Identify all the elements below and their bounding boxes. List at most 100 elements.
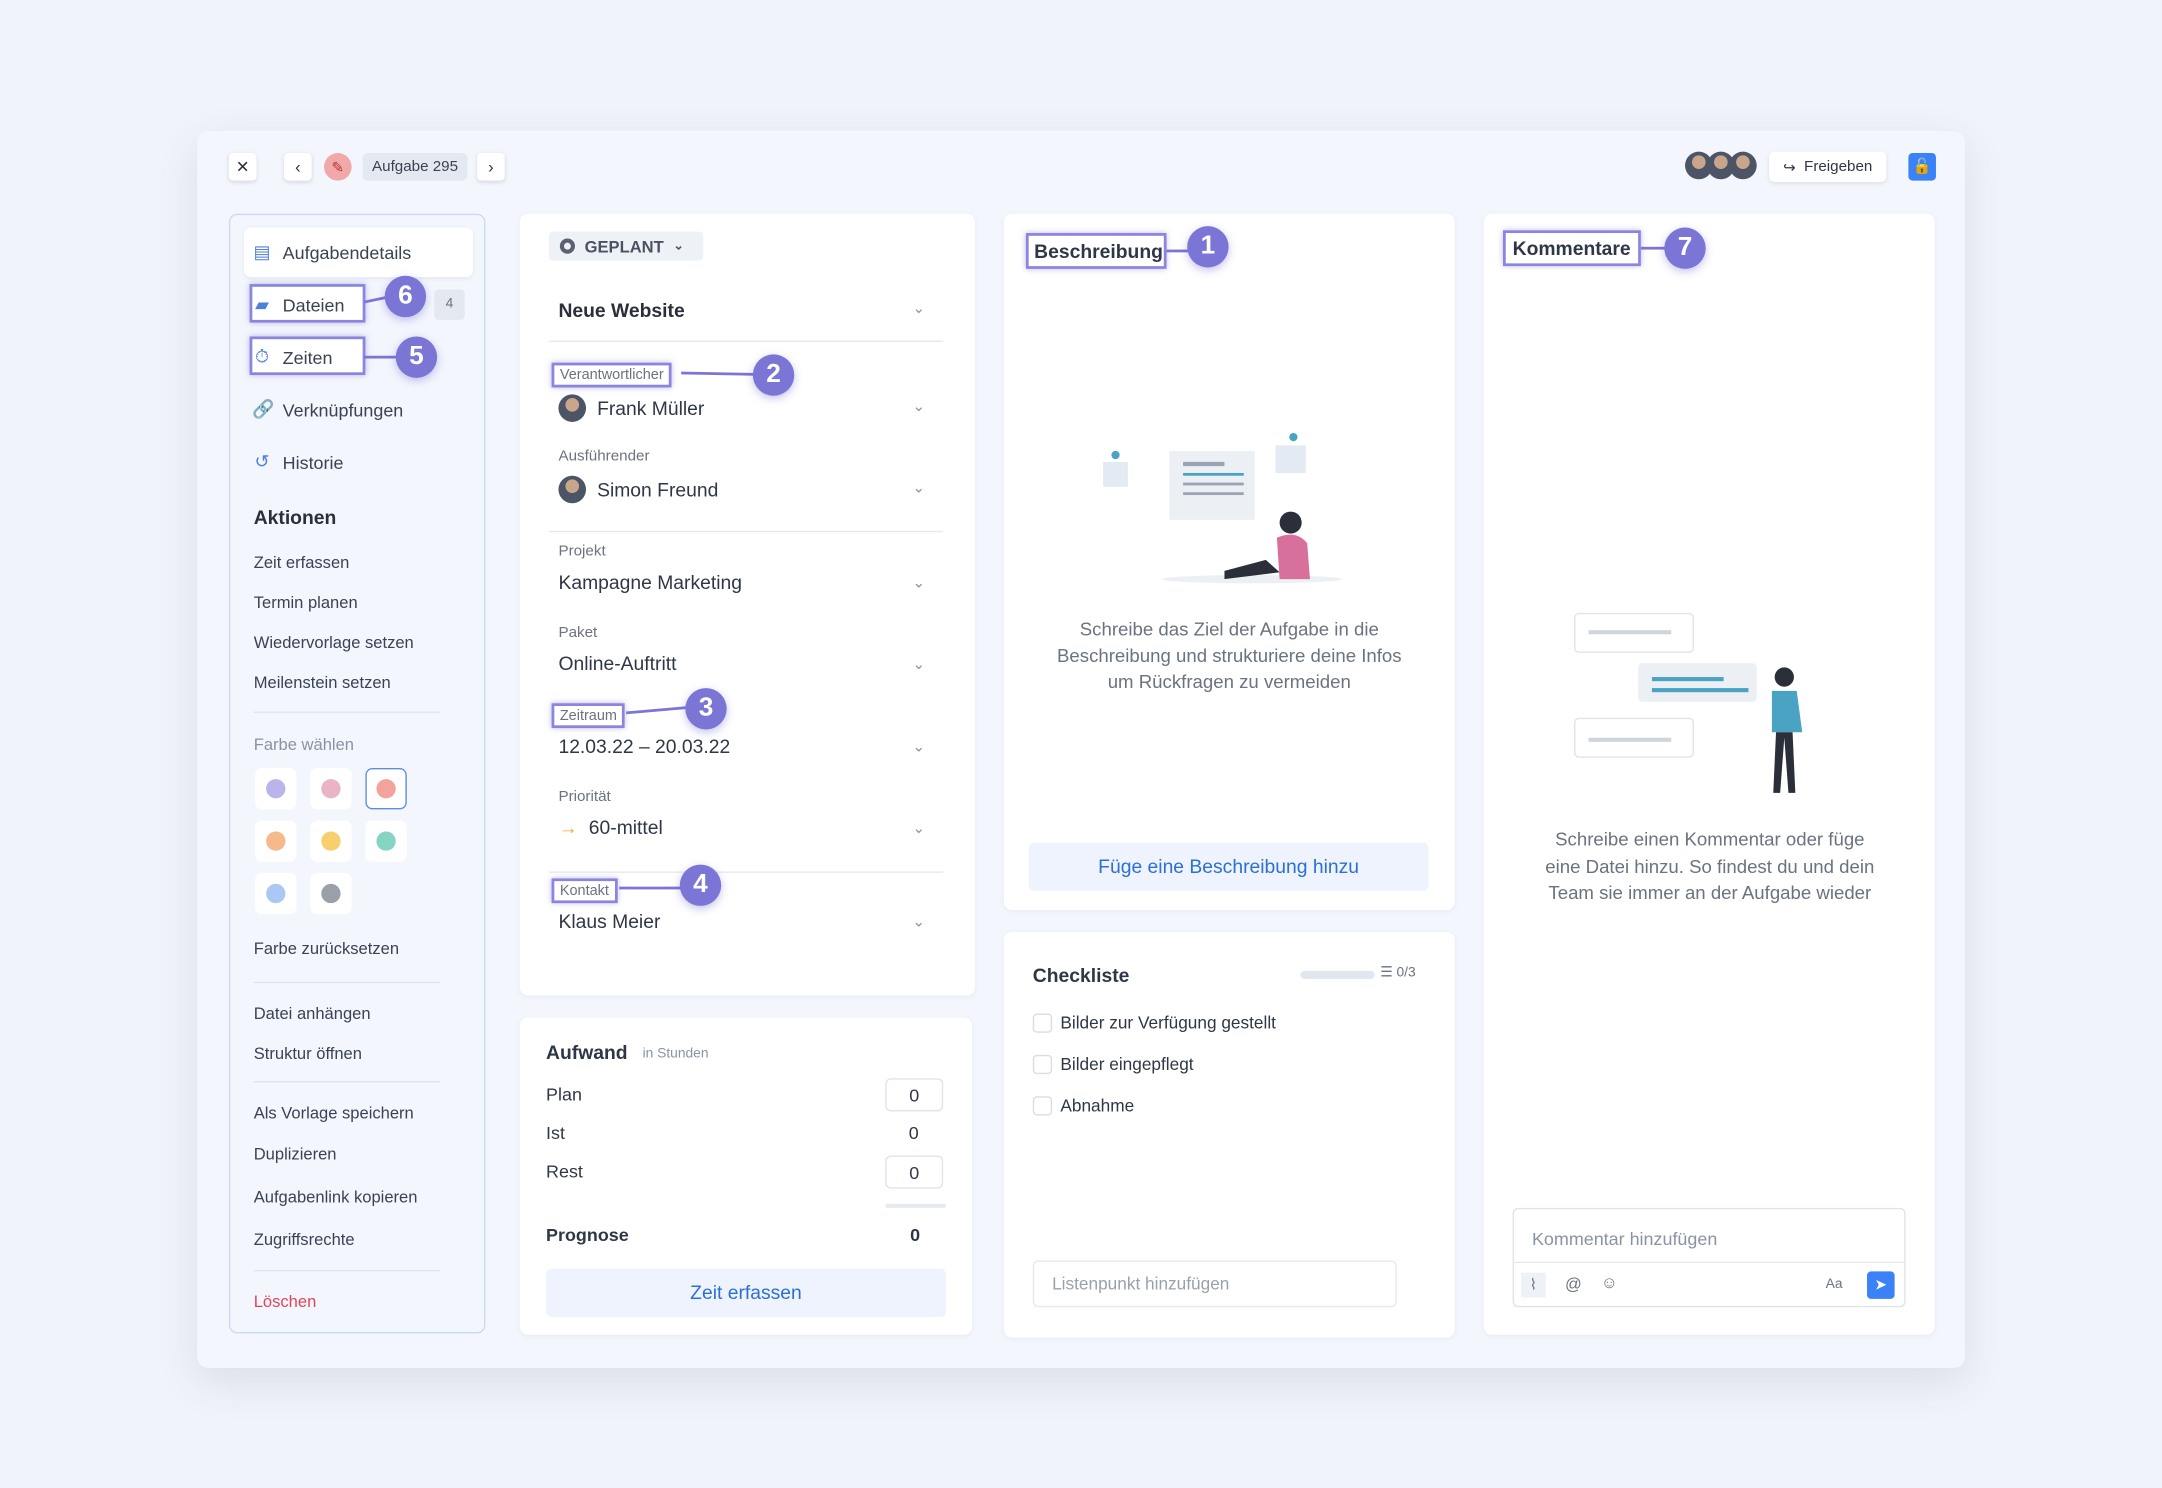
details-panel: GEPLANT ⌄ Neue Website ⌄ Verantwortlicher… bbox=[519, 213, 975, 996]
field-label: Verantwortlicher bbox=[551, 362, 672, 388]
divider bbox=[548, 530, 944, 533]
checkbox[interactable] bbox=[1032, 1013, 1053, 1033]
log-time-button[interactable]: Zeit erfassen bbox=[546, 1268, 946, 1317]
add-description-button[interactable]: Füge eine Beschreibung hinzu bbox=[1028, 842, 1429, 891]
files-count-badge: 4 bbox=[434, 289, 465, 320]
status-icon bbox=[559, 238, 576, 254]
pencil-icon[interactable]: ✎ bbox=[324, 153, 352, 181]
member-avatars[interactable] bbox=[1685, 151, 1757, 180]
action-item[interactable]: Als Vorlage speichern bbox=[254, 1103, 414, 1122]
chevron-down-icon[interactable]: ⌄ bbox=[913, 478, 926, 497]
comments-panel: Kommentare Schreibe einen Kommentar oder… bbox=[1483, 213, 1935, 1335]
reset-color-button[interactable]: Farbe zurücksetzen bbox=[254, 939, 399, 958]
action-item[interactable]: Duplizieren bbox=[254, 1144, 337, 1163]
mention-icon[interactable]: @ bbox=[1565, 1274, 1582, 1293]
description-illustration bbox=[1103, 432, 1342, 584]
share-button[interactable]: ↪ Freigeben bbox=[1769, 151, 1887, 183]
prev-task-button[interactable]: ‹ bbox=[284, 153, 312, 181]
emoji-icon[interactable]: ☺ bbox=[1601, 1273, 1618, 1292]
close-button[interactable]: ✕ bbox=[228, 153, 257, 181]
checklist-item[interactable]: Bilder eingepflegt bbox=[1032, 1054, 1194, 1075]
action-item[interactable]: Meilenstein setzen bbox=[254, 673, 391, 692]
next-task-button[interactable]: › bbox=[477, 153, 505, 181]
chevron-down-icon[interactable]: ⌄ bbox=[913, 574, 926, 592]
annotation-badge-4: 4 bbox=[679, 864, 722, 906]
description-panel: Beschreibung Schreibe das Ziel der Aufga… bbox=[1003, 213, 1455, 911]
color-swatch[interactable] bbox=[310, 820, 352, 862]
history-icon: ↺ bbox=[254, 450, 270, 472]
chevron-down-icon[interactable]: ⌄ bbox=[913, 738, 926, 756]
effort-title: Aufwand bbox=[546, 1041, 628, 1064]
unlock-button[interactable]: 🔓 bbox=[1908, 153, 1936, 181]
annotation-badge-3: 3 bbox=[685, 688, 727, 730]
action-item[interactable]: Struktur öffnen bbox=[254, 1044, 362, 1063]
description-title: Beschreibung bbox=[1025, 233, 1167, 269]
divider bbox=[253, 711, 440, 713]
effort-unit: in Stunden bbox=[642, 1046, 709, 1062]
status-dropdown[interactable]: GEPLANT ⌄ bbox=[548, 231, 704, 261]
comment-input[interactable]: Kommentar hinzufügen bbox=[1532, 1229, 1717, 1250]
attach-icon[interactable]: ⌇ bbox=[1520, 1272, 1546, 1298]
field-label: Zeitraum bbox=[551, 703, 626, 729]
actual-value: 0 bbox=[908, 1122, 919, 1144]
action-item[interactable]: Zugriffsrechte bbox=[254, 1230, 355, 1249]
send-button[interactable]: ➤ bbox=[1867, 1271, 1895, 1299]
color-swatch[interactable] bbox=[255, 872, 297, 915]
sidebar-item-history[interactable]: ↺ Historie bbox=[252, 451, 343, 473]
sidebar-item-details-label[interactable]: ▤ Aufgabendetails bbox=[252, 241, 412, 263]
sidebar-item-times[interactable]: ⏱ Zeiten bbox=[252, 346, 333, 368]
checklist-item[interactable]: Bilder zur Verfügung gestellt bbox=[1032, 1013, 1276, 1033]
action-item[interactable]: Wiedervorlage setzen bbox=[254, 633, 414, 652]
comment-box: Kommentar hinzufügen ⌇ @ ☺ Aa ➤ bbox=[1512, 1207, 1906, 1308]
format-button[interactable]: Aa bbox=[1826, 1277, 1843, 1292]
sidebar-item-files[interactable]: ▰ Dateien bbox=[252, 294, 344, 316]
checkbox[interactable] bbox=[1032, 1096, 1053, 1116]
field-label: Kontakt bbox=[551, 878, 618, 904]
field-value[interactable]: Kampagne Marketing bbox=[558, 571, 742, 593]
action-item[interactable]: Zeit erfassen bbox=[254, 553, 350, 572]
color-swatch[interactable] bbox=[310, 768, 352, 810]
task-title[interactable]: Neue Website bbox=[558, 299, 684, 321]
field-value[interactable]: Klaus Meier bbox=[558, 910, 660, 932]
field-value-text: Klaus Meier bbox=[558, 910, 661, 933]
checkbox[interactable] bbox=[1032, 1054, 1053, 1075]
field-value-text: Kampagne Marketing bbox=[558, 570, 742, 593]
chevron-down-icon[interactable]: ⌄ bbox=[913, 655, 926, 673]
field-label: Projekt bbox=[558, 543, 606, 560]
action-item[interactable]: Termin planen bbox=[254, 593, 358, 612]
checklist-progress: ☰ 0/3 bbox=[1380, 965, 1416, 981]
color-swatch[interactable] bbox=[255, 768, 297, 810]
effort-panel: Aufwand in Stunden Plan 0 Ist 0 Rest 0 P… bbox=[519, 1017, 973, 1335]
checklist-panel: Checkliste ☰ 0/3 Bilder zur Verfügung ge… bbox=[1003, 932, 1455, 1338]
color-swatch[interactable] bbox=[310, 872, 352, 915]
field-value[interactable]: Online-Auftritt bbox=[558, 652, 676, 674]
color-swatch[interactable] bbox=[365, 820, 407, 862]
field-value[interactable]: → 60-mittel bbox=[558, 816, 662, 838]
color-swatch[interactable] bbox=[255, 820, 297, 862]
checklist-item[interactable]: Abnahme bbox=[1032, 1096, 1134, 1116]
action-item[interactable]: Aufgabenlink kopieren bbox=[254, 1187, 418, 1206]
divider bbox=[1514, 1261, 1905, 1264]
field-label: Ausführender bbox=[558, 448, 650, 465]
divider bbox=[253, 981, 440, 984]
color-swatch[interactable] bbox=[365, 768, 407, 810]
field-value[interactable]: Frank Müller bbox=[558, 394, 704, 422]
delete-button[interactable]: Löschen bbox=[254, 1292, 317, 1311]
checklist-item-label: Bilder eingepflegt bbox=[1060, 1054, 1194, 1075]
checklist-add-input[interactable]: Listenpunkt hinzufügen bbox=[1032, 1260, 1397, 1308]
annotation-badge-6: 6 bbox=[384, 275, 427, 318]
chevron-down-icon[interactable]: ⌄ bbox=[913, 913, 926, 931]
avatar bbox=[558, 394, 587, 422]
plan-input[interactable]: 0 bbox=[885, 1078, 944, 1112]
field-value-text: Online-Auftritt bbox=[558, 652, 677, 675]
field-value[interactable]: 12.03.22 – 20.03.22 bbox=[558, 735, 730, 757]
action-item[interactable]: Datei anhängen bbox=[254, 1004, 371, 1023]
rest-input[interactable]: 0 bbox=[885, 1155, 944, 1189]
checklist-icon: ☰ bbox=[1380, 965, 1397, 981]
divider bbox=[548, 871, 944, 873]
sidebar-item-links[interactable]: 🔗 Verknüpfungen bbox=[252, 399, 403, 421]
chevron-down-icon[interactable]: ⌄ bbox=[913, 299, 926, 318]
chevron-down-icon[interactable]: ⌄ bbox=[913, 397, 926, 416]
field-value[interactable]: Simon Freund bbox=[558, 475, 718, 504]
chevron-down-icon[interactable]: ⌄ bbox=[913, 819, 926, 837]
